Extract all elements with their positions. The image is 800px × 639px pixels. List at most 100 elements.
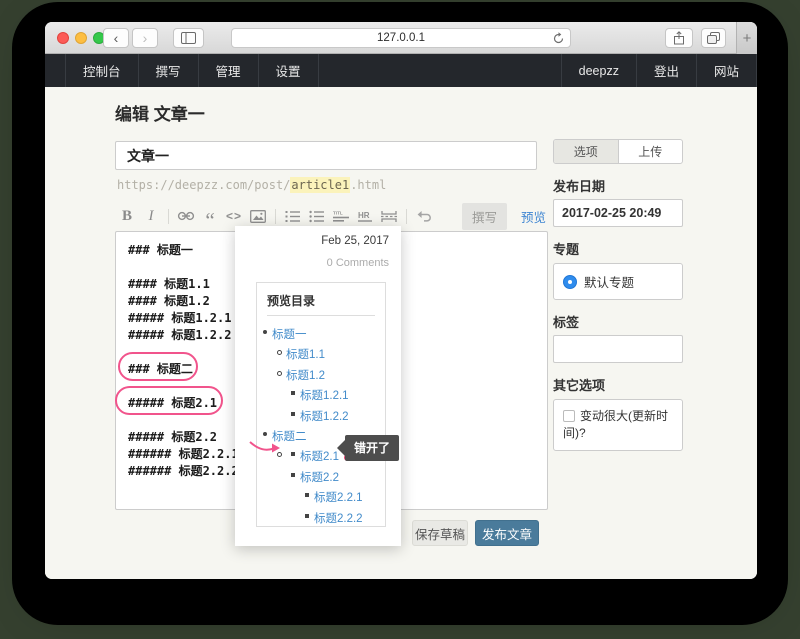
square-bullet-icon — [291, 391, 295, 395]
annotation-circle-heading2-1 — [115, 386, 223, 415]
settings-sidebar: 选项 上传 发布日期 专题 默认专题 标签 其它选项 变动很大(更新时间)? — [553, 139, 683, 451]
preview-date: Feb 25, 2017 — [321, 235, 389, 247]
ordered-list-icon[interactable] — [281, 204, 305, 228]
toc-link[interactable]: 标题1.1 — [286, 349, 325, 361]
address-url: 127.0.0.1 — [377, 32, 425, 44]
tab-write-mode[interactable]: 撰写 — [462, 203, 507, 230]
link-icon[interactable] — [174, 204, 198, 228]
sidebar-toggle-button[interactable] — [173, 28, 204, 48]
annotation-arrow — [249, 439, 281, 455]
post-url-preview: https://deepzz.com/post/article1.html — [117, 178, 386, 192]
post-url-slug: article1 — [290, 177, 350, 193]
topic-radio-selected[interactable] — [563, 275, 577, 289]
disc-bullet-icon — [263, 432, 267, 436]
tab-overview-icon — [707, 32, 720, 44]
nav-item-dashboard[interactable]: 控制台 — [65, 54, 139, 87]
preview-comments-count: 0 Comments — [327, 257, 389, 269]
toc-link[interactable]: 标题2.1 — [300, 451, 339, 463]
browser-window: ‹ › 127.0.0.1 — [45, 22, 757, 579]
italic-icon[interactable]: I — [139, 204, 163, 228]
site-navbar: 控制台 撰写 管理 设置 deepzz 登出 网站 — [45, 54, 757, 87]
topic-label: 专题 — [553, 239, 683, 258]
toolbar-separator — [406, 209, 407, 224]
sidebar-toggle-icon — [181, 32, 196, 44]
other-options-box: 变动很大(更新时间)? — [553, 399, 683, 451]
square-bullet-icon — [305, 493, 309, 497]
toc-link[interactable]: 标题1.2 — [286, 370, 325, 382]
svg-text:TITL: TITL — [333, 210, 343, 215]
code-icon[interactable]: <> — [222, 204, 246, 228]
unordered-list-icon[interactable] — [305, 204, 329, 228]
forward-button[interactable]: › — [132, 28, 158, 48]
toc-list: 标题一标题1.1标题1.2标题1.2.1标题1.2.2标题二标题2.1标题2.2… — [257, 322, 385, 526]
post-url-suffix: .html — [350, 178, 386, 192]
square-bullet-icon — [291, 473, 295, 477]
undo-icon[interactable] — [412, 204, 436, 228]
bold-icon[interactable]: B — [115, 204, 139, 228]
preview-popup: Feb 25, 2017 0 Comments 预览目录 标题一标题1.1标题1… — [235, 226, 401, 546]
address-bar[interactable]: 127.0.0.1 — [231, 28, 571, 48]
forward-icon: › — [143, 30, 148, 46]
quote-icon[interactable]: “ — [198, 204, 222, 228]
nav-item-logout[interactable]: 登出 — [636, 54, 696, 87]
toc-item: 标题1.1 — [257, 342, 385, 362]
publish-button[interactable]: 发布文章 — [475, 520, 539, 546]
share-button[interactable] — [665, 28, 693, 48]
toc-divider — [267, 315, 375, 316]
toolbar-separator — [168, 209, 169, 224]
toc-item: 标题一 — [257, 322, 385, 342]
other-options-label: 其它选项 — [553, 375, 683, 394]
tab-upload[interactable]: 上传 — [618, 140, 683, 163]
post-title-input[interactable] — [115, 141, 537, 170]
share-icon — [673, 31, 685, 45]
browser-titlebar: ‹ › 127.0.0.1 — [45, 22, 757, 54]
page-content: 编辑 文章一 https://deepzz.com/post/article1.… — [45, 87, 757, 579]
reload-icon[interactable] — [552, 32, 565, 45]
sidebar-tabs: 选项 上传 — [553, 139, 683, 164]
major-change-checkbox[interactable] — [563, 410, 575, 422]
post-url-prefix: https://deepzz.com/post/ — [117, 178, 290, 192]
square-bullet-icon — [305, 514, 309, 518]
toc-link[interactable]: 标题1.2.2 — [300, 411, 349, 423]
svg-text:HR: HR — [358, 211, 370, 220]
toc-link[interactable]: 标题一 — [272, 329, 307, 341]
toc-item: 标题1.2.1 — [257, 383, 385, 403]
toc-item: 标题1.2.2 — [257, 404, 385, 424]
toc-link[interactable]: 标题2.2 — [300, 472, 339, 484]
publish-date-input[interactable] — [553, 199, 683, 227]
tab-options[interactable]: 选项 — [554, 140, 618, 163]
toc-link[interactable]: 标题1.2.1 — [300, 390, 349, 402]
nav-item-settings[interactable]: 设置 — [259, 54, 319, 87]
tab-preview-mode[interactable]: 预览 — [521, 207, 546, 226]
horizontal-rule-icon[interactable]: HR — [353, 204, 377, 228]
mismatch-tooltip: 错开了 — [345, 435, 399, 461]
minimize-window-button[interactable] — [75, 32, 87, 44]
new-tab-button[interactable]: + — [736, 22, 757, 54]
annotation-circle-heading2 — [118, 352, 198, 381]
circle-bullet-icon — [277, 371, 282, 376]
close-window-button[interactable] — [57, 32, 69, 44]
nav-item-username[interactable]: deepzz — [561, 54, 636, 87]
tags-input[interactable] — [553, 335, 683, 363]
page-break-icon[interactable] — [377, 204, 401, 228]
square-bullet-icon — [291, 412, 295, 416]
nav-item-website[interactable]: 网站 — [696, 54, 757, 87]
save-draft-button[interactable]: 保存草稿 — [412, 520, 468, 546]
nav-spacer — [319, 54, 561, 87]
circle-bullet-icon — [277, 350, 282, 355]
toc-link[interactable]: 标题2.2.1 — [314, 492, 363, 504]
major-change-label: 变动很大(更新时间)? — [563, 409, 668, 440]
toolbar-separator — [275, 209, 276, 224]
topic-box: 默认专题 — [553, 263, 683, 300]
square-bullet-icon — [291, 452, 295, 456]
image-icon[interactable] — [246, 204, 270, 228]
tab-overview-button[interactable] — [701, 28, 726, 48]
heading-icon[interactable]: TITL — [329, 204, 353, 228]
nav-item-manage[interactable]: 管理 — [199, 54, 259, 87]
disc-bullet-icon — [263, 330, 267, 334]
back-button[interactable]: ‹ — [103, 28, 129, 48]
nav-item-write[interactable]: 撰写 — [139, 54, 199, 87]
toc-link[interactable]: 标题2.2.2 — [314, 513, 363, 525]
topic-option-label: 默认专题 — [584, 272, 634, 291]
page-title: 编辑 文章一 — [115, 100, 205, 125]
